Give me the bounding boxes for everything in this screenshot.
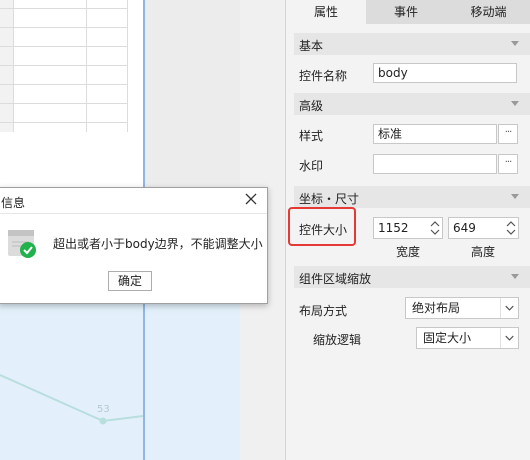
chart-point-label: 53 (97, 404, 110, 415)
dialog-message: 超出或者小于body边界，不能调整大小 (53, 237, 263, 251)
widget-name-input[interactable]: body (373, 63, 517, 83)
collapse-caret-icon (511, 194, 519, 199)
info-dialog: 信息 超出或者小于body边界，不能调整大小 确定 (0, 187, 268, 304)
chart-series-line (102, 415, 144, 422)
height-stepper[interactable]: 649 (448, 217, 519, 239)
sheet-border (143, 300, 145, 460)
height-spin-buttons (505, 219, 517, 237)
close-icon[interactable] (243, 191, 259, 207)
grid-row-line (0, 122, 128, 123)
width-spin-buttons (429, 219, 441, 237)
chart-point (99, 417, 107, 425)
grid-row-line (0, 103, 128, 104)
height-caption: 高度 (471, 245, 496, 259)
chevron-down-icon (500, 298, 514, 318)
watermark-input[interactable] (373, 154, 497, 174)
layout-mode-select[interactable]: 绝对布局 (405, 297, 519, 319)
chevron-down-icon[interactable] (505, 228, 517, 237)
chevron-up-icon[interactable] (429, 219, 441, 228)
watermark-more-button[interactable]: ··· (498, 154, 518, 174)
grid-row-line (0, 8, 128, 9)
row-header-strip (0, 0, 14, 132)
scale-logic-label: 缩放逻辑 (313, 333, 362, 347)
watermark-label: 水印 (299, 159, 324, 173)
scale-logic-value: 固定大小 (423, 331, 472, 345)
grid-row-line (0, 84, 128, 85)
success-icon (8, 230, 36, 258)
panel-tabs: 属性 事件 移动端 (286, 0, 530, 24)
tab-mobile[interactable]: 移动端 (446, 0, 530, 24)
style-more-button[interactable]: ··· (498, 124, 518, 144)
chevron-down-icon (500, 328, 514, 348)
section-basic[interactable]: 基本 (294, 33, 530, 55)
width-stepper[interactable]: 1152 (373, 217, 443, 239)
section-component-scale[interactable]: 组件区域缩放 (294, 266, 530, 288)
style-label: 样式 (299, 129, 324, 143)
ok-button[interactable]: 确定 (108, 271, 152, 291)
chart-series-line (0, 374, 104, 422)
section-coord-size[interactable]: 坐标・尺寸 (294, 186, 530, 208)
tab-events[interactable]: 事件 (366, 0, 446, 24)
width-caption: 宽度 (396, 245, 421, 259)
grid-column-line (86, 0, 87, 132)
scale-logic-select[interactable]: 固定大小 (416, 327, 519, 349)
collapse-caret-icon (511, 41, 519, 46)
grid-column-line (127, 0, 128, 132)
section-basic-label: 基本 (299, 39, 324, 53)
dialog-divider (0, 213, 267, 214)
section-coord-size-label: 坐标・尺寸 (299, 192, 360, 206)
layout-mode-value: 绝对布局 (412, 301, 461, 315)
section-component-scale-label: 组件区域缩放 (299, 272, 372, 286)
collapse-caret-icon (511, 101, 519, 106)
grid-row-line (0, 27, 128, 28)
height-value: 649 (453, 221, 476, 235)
collapse-caret-icon (511, 274, 519, 279)
width-value: 1152 (378, 221, 409, 235)
chart-widget[interactable]: 53 (0, 300, 240, 460)
chevron-up-icon[interactable] (505, 219, 517, 228)
section-advanced-label: 高级 (299, 99, 324, 113)
section-advanced[interactable]: 高级 (294, 93, 530, 115)
layout-mode-label: 布局方式 (299, 304, 348, 318)
annotation-highlight-box (288, 207, 356, 246)
grid-row-line (0, 65, 128, 66)
chevron-down-icon[interactable] (429, 228, 441, 237)
tab-properties[interactable]: 属性 (286, 0, 366, 24)
style-input[interactable]: 标准 (373, 124, 497, 144)
widget-name-label: 控件名称 (299, 69, 348, 83)
dialog-title: 信息 (1, 196, 26, 210)
chart-plot: 53 (0, 374, 144, 425)
grid-row-line (0, 46, 128, 47)
